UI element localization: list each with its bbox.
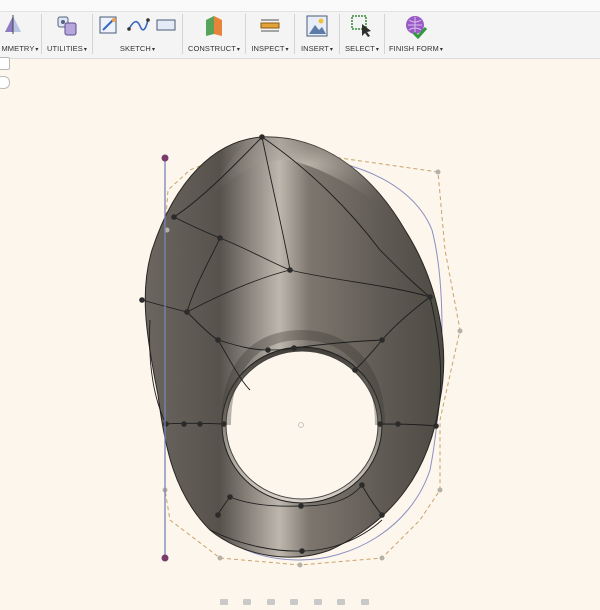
navigation-bar[interactable]: [220, 592, 400, 605]
finish-form-menu[interactable]: FINISH FORM▾: [386, 12, 446, 56]
toolbar-divider: [294, 14, 295, 54]
toolbar-divider: [384, 14, 385, 54]
ring-hole-opening: [225, 350, 379, 500]
toolbar-divider: [92, 14, 93, 54]
symmetry-icon: [5, 15, 21, 34]
measure-icon: [260, 19, 280, 32]
toolbar-divider: [41, 14, 42, 54]
finish-form-icon: [406, 16, 428, 40]
select-menu[interactable]: SELECT▾: [342, 12, 382, 56]
select-label: SELECT: [345, 44, 375, 53]
inspect-menu[interactable]: INSPECT▾: [248, 12, 292, 56]
rectangle-sketch-icon: [156, 19, 176, 31]
toolbar-divider: [339, 14, 340, 54]
insert-menu[interactable]: INSERT▾: [297, 12, 337, 56]
symmetry-menu[interactable]: MMETRY▾: [0, 12, 40, 56]
create-sketch-icon: [99, 16, 117, 34]
utilities-label: UTILITIES: [46, 44, 83, 53]
canvas-viewport[interactable]: [0, 58, 600, 600]
symmetry-label: MMETRY: [1, 44, 35, 53]
insert-label: INSERT: [300, 44, 329, 53]
construct-menu[interactable]: CONSTRUCT▾: [185, 12, 243, 56]
sketch-menu[interactable]: SKETCH▾: [95, 12, 180, 56]
construct-label: CONSTRUCT: [187, 44, 236, 53]
title-strip: [0, 0, 600, 12]
insert-image-icon: [306, 15, 328, 37]
toolbar-divider: [245, 14, 246, 54]
axis-handle-top[interactable]: [161, 154, 169, 162]
sketch-label: SKETCH: [119, 44, 151, 53]
utilities-icon: [57, 16, 77, 36]
axis-handle-bottom[interactable]: [161, 554, 169, 562]
toolbar-divider: [182, 14, 183, 54]
form-body-view[interactable]: [0, 58, 600, 600]
construct-icon: [206, 16, 222, 36]
finish-form-label: FINISH FORM: [389, 44, 439, 53]
form-toolbar: MMETRY▾ UTILITIES▾ SKETCH▾ CONSTRUCT▾ IN…: [0, 0, 600, 59]
inspect-label: INSPECT: [251, 44, 285, 53]
utilities-menu[interactable]: UTILITIES▾: [44, 12, 90, 56]
select-icon: [351, 15, 371, 37]
spline-icon: [127, 18, 150, 31]
